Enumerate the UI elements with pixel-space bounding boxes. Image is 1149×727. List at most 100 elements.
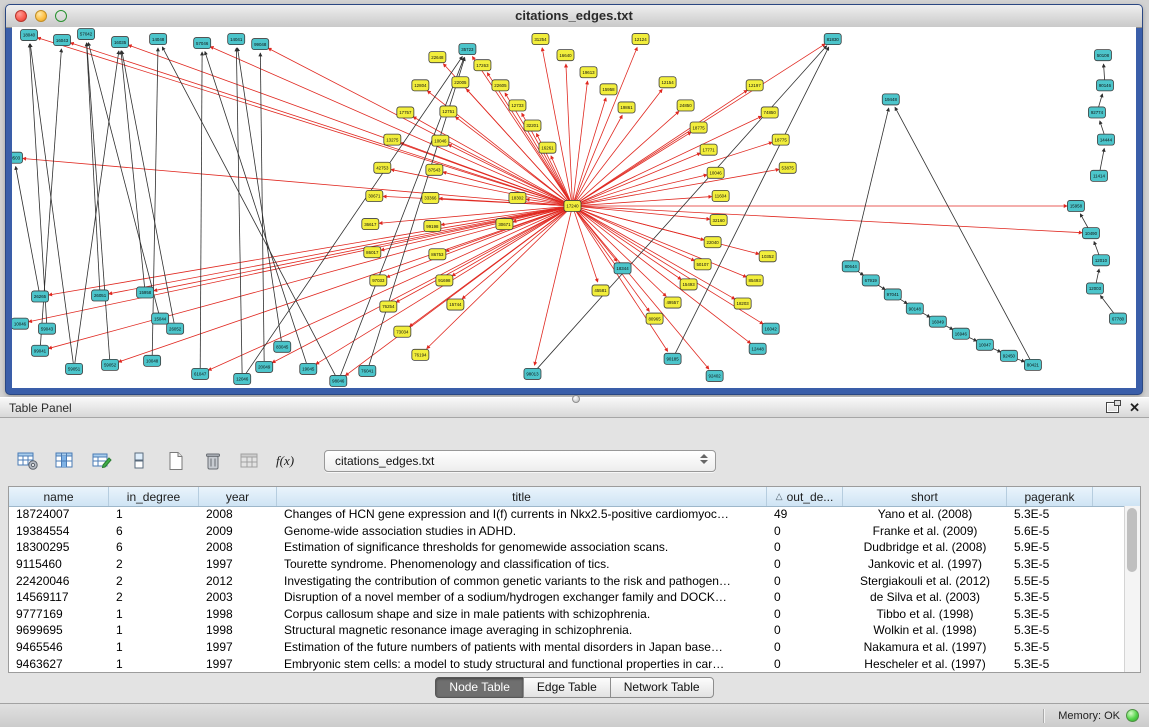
graph-node[interactable]: 10047 xyxy=(976,339,993,350)
column-header-title[interactable]: title xyxy=(277,487,767,506)
graph-node[interactable]: 53875 xyxy=(779,162,796,173)
graph-node[interactable]: 12003 xyxy=(1086,283,1103,294)
graph-node[interactable]: 30671 xyxy=(496,219,513,230)
graph-node[interactable]: 92402 xyxy=(706,370,723,381)
graph-node[interactable]: 12733 xyxy=(509,100,526,111)
memory-status-icon[interactable] xyxy=(1126,709,1139,722)
graph-node[interactable]: 92450 xyxy=(1000,350,1017,361)
column-header-year[interactable]: year xyxy=(199,487,277,506)
graph-node[interactable]: 12124 xyxy=(632,34,649,45)
graph-node[interactable]: 90146 xyxy=(1096,80,1113,91)
graph-node[interactable]: 14041 xyxy=(228,34,245,45)
graph-node[interactable]: 76194 xyxy=(412,349,429,360)
splitter-handle[interactable] xyxy=(572,395,580,403)
graph-node[interactable]: 50107 xyxy=(694,259,711,270)
graph-node[interactable]: 86017 xyxy=(364,247,381,258)
graph-node[interactable]: 18040 xyxy=(21,30,38,41)
delete-table-icon[interactable] xyxy=(199,448,227,474)
graph-node[interactable]: 81830 xyxy=(824,34,841,45)
graph-node[interactable]: 16640 xyxy=(557,50,574,61)
graph-node[interactable]: 42753 xyxy=(374,162,391,173)
graph-node[interactable]: 10048 xyxy=(144,355,161,366)
table-row[interactable]: 1872400712008Changes of HCN gene express… xyxy=(9,506,1125,523)
float-panel-icon[interactable] xyxy=(1106,402,1119,413)
graph-node[interactable]: 12010 xyxy=(1092,255,1109,266)
graph-node[interactable]: 12804 xyxy=(412,80,429,91)
graph-node[interactable]: 59051 xyxy=(66,363,83,374)
graph-node[interactable]: 98046 xyxy=(330,375,347,386)
graph-node[interactable]: 13275 xyxy=(384,134,401,145)
graph-node[interactable]: 18302 xyxy=(509,192,526,203)
graph-node[interactable]: 20049 xyxy=(256,361,273,372)
graph-node[interactable]: 18775 xyxy=(772,134,789,145)
graph-node[interactable]: 45581 xyxy=(592,285,609,296)
graph-node[interactable]: 15958 xyxy=(1067,200,1084,211)
graph-node[interactable]: 14048 xyxy=(150,34,167,45)
close-panel-icon[interactable]: ✕ xyxy=(1129,401,1140,414)
graph-node[interactable]: 22605 xyxy=(492,80,509,91)
graph-node[interactable]: 73034 xyxy=(394,326,411,337)
graph-node[interactable]: 67780 xyxy=(1109,313,1126,324)
graph-node[interactable]: 57042 xyxy=(78,29,95,40)
graph-node[interactable]: 15744 xyxy=(447,299,464,310)
graph-node[interactable]: 11604 xyxy=(712,190,729,201)
column-header-pagerank[interactable]: pagerank xyxy=(1007,487,1093,506)
graph-node[interactable]: 92774 xyxy=(1088,107,1105,118)
tab-edge-table[interactable]: Edge Table xyxy=(523,677,611,698)
graph-node[interactable]: 26265 xyxy=(32,291,49,302)
graph-node[interactable]: 26051 xyxy=(92,290,109,301)
graph-node[interactable]: 10490 xyxy=(1082,228,1099,239)
table-row[interactable]: 1830029562008Estimation of significance … xyxy=(9,539,1125,556)
table-row[interactable]: 2242004622012Investigating the contribut… xyxy=(9,572,1125,589)
graph-node[interactable]: 16035 xyxy=(112,37,129,48)
table-row[interactable]: 946362711997Embryonic stem cells: a mode… xyxy=(9,655,1125,672)
graph-node[interactable]: 22005 xyxy=(452,77,469,88)
network-window-titlebar[interactable]: citations_edges.txt xyxy=(6,5,1142,28)
graph-node[interactable]: 17757 xyxy=(397,107,414,118)
graph-node[interactable]: 12046 xyxy=(234,373,251,384)
graph-node[interactable]: 33366 xyxy=(422,192,439,203)
graph-node[interactable]: 99048 xyxy=(252,39,269,50)
graph-node[interactable]: 74850 xyxy=(761,107,778,118)
graph-node[interactable]: 30671 xyxy=(366,190,383,201)
function-builder-icon[interactable]: f(x) xyxy=(273,448,301,474)
graph-node[interactable]: 15493 xyxy=(680,279,697,290)
graph-node[interactable]: 17771 xyxy=(700,144,717,155)
tab-node-table[interactable]: Node Table xyxy=(435,677,524,698)
column-header-short[interactable]: short xyxy=(843,487,1007,506)
graph-node[interactable]: 11414 xyxy=(1090,170,1107,181)
graph-node[interactable]: 16261 xyxy=(539,142,556,153)
graph-node[interactable]: 18344 xyxy=(614,263,631,274)
table-row[interactable]: 946554611997Estimation of the future num… xyxy=(9,639,1125,656)
graph-node[interactable]: 12751 xyxy=(440,106,457,117)
graph-node[interactable]: 20503 xyxy=(12,152,23,163)
edit-table-icon[interactable] xyxy=(88,448,116,474)
graph-node[interactable]: 35723 xyxy=(459,44,476,55)
table-row[interactable]: 969969511998Structural magnetic resonanc… xyxy=(9,622,1125,639)
graph-node[interactable]: 59052 xyxy=(102,359,119,370)
graph-node[interactable]: 90148 xyxy=(906,303,923,314)
graph-node[interactable]: 19613 xyxy=(580,67,597,78)
graph-node[interactable]: 12154 xyxy=(659,77,676,88)
new-table-icon[interactable] xyxy=(162,448,190,474)
graph-node[interactable]: 10352 xyxy=(759,251,776,262)
network-canvas[interactable]: 1724022648128041775713275427533067136617… xyxy=(12,27,1136,388)
table-row[interactable]: 1938455462009Genome-wide association stu… xyxy=(9,523,1125,540)
graph-node[interactable]: 32160 xyxy=(710,215,727,226)
graph-node[interactable]: 83045 xyxy=(274,341,291,352)
row-height-icon[interactable] xyxy=(125,448,153,474)
graph-node[interactable]: 19861 xyxy=(618,102,635,113)
table-row[interactable]: 977716911998Corpus callosum shape and si… xyxy=(9,606,1125,623)
vertical-scrollbar[interactable] xyxy=(1124,506,1140,672)
graph-node[interactable]: 90185 xyxy=(664,353,681,364)
graph-node[interactable]: 18203 xyxy=(734,298,751,309)
table-settings-icon[interactable] xyxy=(14,448,42,474)
tab-network-table[interactable]: Network Table xyxy=(610,677,714,698)
graph-node[interactable]: 49557 xyxy=(664,297,681,308)
graph-node[interactable]: 97041 xyxy=(884,289,901,300)
graph-node[interactable]: 19045 xyxy=(300,363,317,374)
graph-node[interactable]: 26052 xyxy=(167,323,184,334)
graph-node[interactable]: 32201 xyxy=(524,120,541,131)
graph-node[interactable]: 98013 xyxy=(524,368,541,379)
import-table-icon[interactable] xyxy=(236,448,264,474)
